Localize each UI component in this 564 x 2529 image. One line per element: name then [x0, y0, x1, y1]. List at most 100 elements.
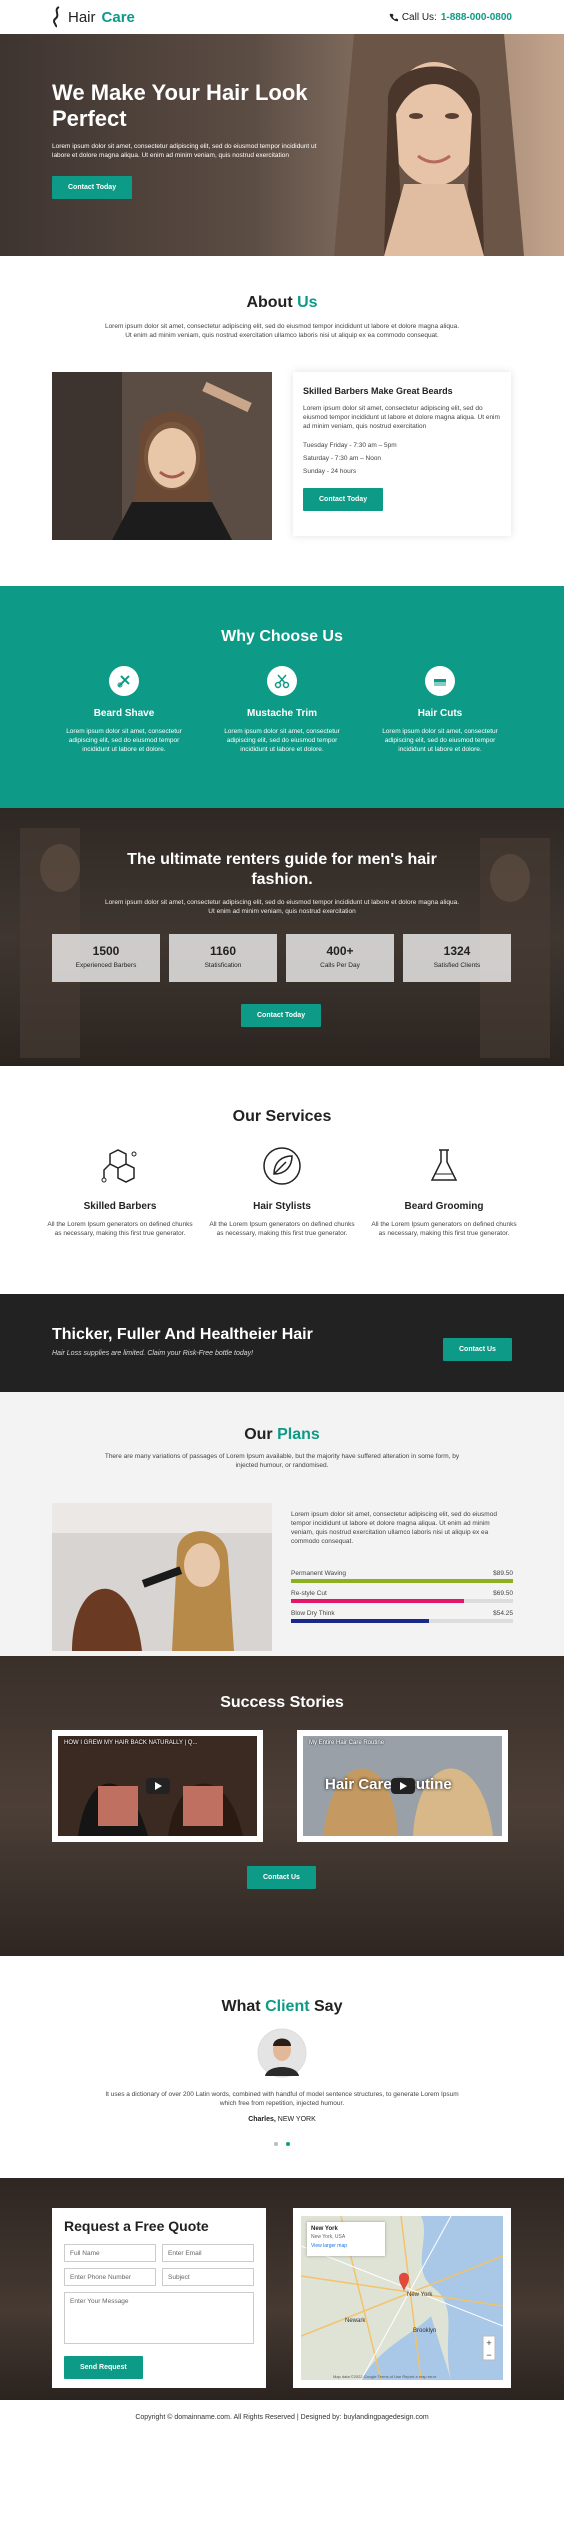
stat-number: 1500 [92, 944, 120, 958]
success-contact-button[interactable]: Contact Us [247, 1866, 316, 1889]
plan-bar-label: Re-style Cut [291, 1590, 327, 1597]
service-title: Beard Grooming [404, 1201, 484, 1212]
carousel-dot-active[interactable] [286, 2142, 291, 2146]
about-card-text: Lorem ipsum dolor sit amet, consectetur … [303, 405, 500, 430]
logo[interactable]: Hair Care [52, 6, 135, 28]
phone-field[interactable]: Enter Phone Number [64, 2268, 156, 2286]
hairstylist-image [52, 1503, 272, 1651]
play-icon[interactable] [390, 1778, 415, 1794]
why-title: Why Choose Us [221, 628, 343, 645]
flask-icon [430, 1149, 458, 1181]
about-title-1: About [246, 294, 293, 311]
stat-number: 1324 [443, 944, 471, 958]
why-item-text: Lorem ipsum dolor sit amet, consectetur … [224, 728, 340, 753]
testimonial-title-3: Say [314, 1998, 343, 2015]
map-label: Brooklyn [413, 2328, 437, 2334]
plan-bar-label: Blow Dry Think [291, 1610, 335, 1617]
hair-logo-icon [53, 6, 60, 28]
stat-box: 1160 Statisfication [169, 934, 277, 982]
quote-form: Request a Free Quote Full Name Enter Ema… [52, 2208, 266, 2388]
services-title: Our Services [232, 1108, 332, 1125]
testimonial-title-1: What [221, 1998, 261, 2015]
send-request-button[interactable]: Send Request [64, 2356, 143, 2379]
why-item-mustache-trim: Mustache Trim Lorem ipsum dolor sit amet… [216, 666, 348, 754]
plans-title-1: Our [244, 1426, 273, 1443]
stat-label: Satisfied Clients [433, 962, 481, 969]
video-title: HOW I GREW MY HAIR BACK NATURALLY | Q... [64, 1740, 198, 1746]
plan-bar: Permanent Waving $89.50 [291, 1570, 513, 1583]
play-icon[interactable] [145, 1778, 170, 1794]
why-item-title: Hair Cuts [417, 708, 463, 719]
map-label: New York [407, 2292, 433, 2298]
testimonial-section: What Client Say It uses a dictionary of … [0, 1956, 564, 2178]
service-title: Skilled Barbers [83, 1201, 157, 1212]
plans-section: Our Plans There are many variations of p… [0, 1392, 564, 1656]
video-card[interactable]: HOW I GREW MY HAIR BACK NATURALLY | Q... [52, 1730, 263, 1842]
site-header: Hair Care Call Us: 1-888-000-0800 [0, 0, 564, 34]
stat-label: Statisfication [204, 962, 242, 969]
carousel-dots [0, 2133, 564, 2151]
video-card[interactable]: My Entire Hair Care Routine Hair Care Ro… [297, 1730, 508, 1842]
hero-text: Lorem ipsum dolor sit amet, consectetur … [52, 143, 317, 159]
why-item-title: Mustache Trim [246, 708, 318, 719]
map-credit: Map data ©2022 Google Terms of Use Repor… [333, 2374, 437, 2379]
video-title: My Entire Hair Care Routine [309, 1740, 385, 1746]
molecule-icon [101, 1149, 137, 1183]
renters-guide-section: The ultimate renters guide for men's hai… [0, 808, 564, 1066]
quote-title: Request a Free Quote [64, 2218, 209, 2234]
video-thumbnail[interactable]: My Entire Hair Care Routine Hair Care Ro… [303, 1736, 502, 1836]
call-label: Call Us: [401, 11, 437, 23]
carousel-dot[interactable] [273, 2142, 278, 2146]
quote-section: Request a Free Quote Full Name Enter Ema… [0, 2178, 564, 2400]
hero-content: We Make Your Hair Look Perfect Lorem ips… [52, 80, 322, 199]
service-text: All the Lorem Ipsum generators on define… [209, 1221, 355, 1237]
client-name: Charles, NEW YORK [0, 2116, 564, 2123]
email-field[interactable]: Enter Email [162, 2244, 254, 2262]
message-field[interactable]: Enter Your Message [64, 2292, 254, 2344]
hero-contact-button[interactable]: Contact Today [52, 176, 133, 199]
about-text: Lorem ipsum dolor sit amet, consectetur … [104, 323, 460, 339]
video-thumbnail[interactable]: HOW I GREW MY HAIR BACK NATURALLY | Q... [58, 1736, 257, 1836]
scissors-icon [267, 666, 297, 696]
site-footer: Copyright © domainname.com. All Rights R… [0, 2400, 564, 2436]
plan-bar-fill [291, 1619, 429, 1623]
stat-number: 1160 [209, 944, 237, 958]
full-name-field[interactable]: Full Name [64, 2244, 156, 2262]
plans-title-2: Plans [277, 1426, 320, 1443]
view-larger-map-link[interactable]: View larger map [311, 2243, 381, 2249]
client-avatar [257, 2028, 307, 2078]
call-us[interactable]: Call Us: 1-888-000-0800 [389, 12, 512, 23]
services-section: Our Services Skilled Barbers All the Lor… [0, 1066, 564, 1294]
leaves-icon [263, 1147, 301, 1185]
stat-label: Experienced Barbers [75, 962, 137, 969]
subject-field[interactable]: Subject [162, 2268, 254, 2286]
renters-title: The ultimate renters guide for men's hai… [127, 851, 437, 888]
about-title: About Us [0, 294, 564, 312]
testimonial-title-2: Client [265, 1998, 310, 2015]
hero-title: We Make Your Hair Look Perfect [52, 80, 308, 131]
testimonial-text: It uses a dictionary of over 200 Latin w… [105, 2091, 459, 2107]
plans-title: Our Plans [0, 1426, 564, 1444]
why-item-text: Lorem ipsum dolor sit amet, consectetur … [66, 728, 182, 753]
map-info-box: New York New York, USA View larger map [307, 2222, 385, 2256]
service-beard-grooming: Beard Grooming All the Lorem Ipsum gener… [369, 1146, 519, 1238]
hero-section: We Make Your Hair Look Perfect Lorem ips… [0, 34, 564, 256]
logo-text-hair: Hair [68, 8, 96, 26]
about-section: About Us Lorem ipsum dolor sit amet, con… [0, 256, 564, 586]
about-title-2: Us [297, 294, 318, 311]
plan-bar-price: $89.50 [493, 1570, 513, 1577]
thicker-subtitle: Hair Loss supplies are limited. Claim yo… [52, 1350, 254, 1357]
barber-image [52, 372, 272, 540]
why-item-title: Beard Shave [93, 708, 155, 719]
service-hair-stylists: Hair Stylists All the Lorem Ipsum genera… [207, 1146, 357, 1238]
phone-icon [389, 13, 398, 21]
plan-bar-fill [291, 1599, 465, 1603]
renters-contact-button[interactable]: Contact Today [241, 1004, 322, 1027]
comb-icon [425, 666, 455, 696]
plans-subtitle: There are many variations of passages of… [104, 1453, 460, 1469]
success-stories-section: Success Stories HOW I GREW MY HAIR BACK … [0, 1656, 564, 1956]
phone-number[interactable]: 1-888-000-0800 [441, 12, 512, 23]
about-contact-button[interactable]: Contact Today [303, 488, 384, 511]
thicker-contact-button[interactable]: Contact Us [443, 1338, 512, 1361]
hours-item: Tuesday Friday - 7:30 am – 5pm [303, 442, 397, 449]
